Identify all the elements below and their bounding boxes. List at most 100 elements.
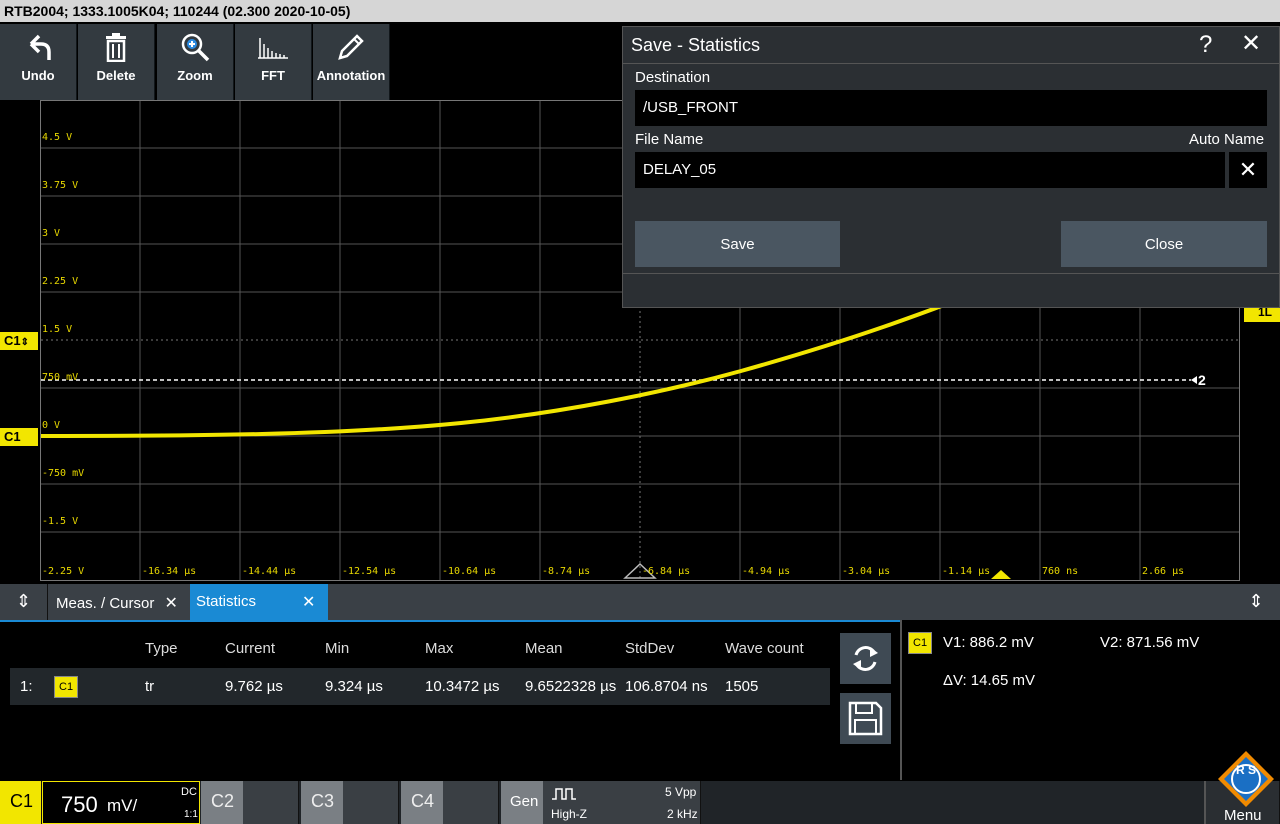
filename-field[interactable]: DELAY_05 <box>635 152 1225 188</box>
square-wave-icon <box>552 788 576 800</box>
cursor-delta-v: ΔV: 14.65 mV <box>943 672 1036 689</box>
close-button[interactable]: Close <box>1061 221 1267 267</box>
ch2-button[interactable]: C2 <box>201 781 299 824</box>
cell-stddev: 106.8704 ns <box>625 678 708 695</box>
col-header: Max <box>425 640 454 657</box>
undo-icon <box>29 34 51 60</box>
filename-label: File Name <box>635 131 704 148</box>
refresh-icon <box>853 646 878 671</box>
menu-label: Menu <box>1224 807 1262 824</box>
tab-statistics[interactable]: Statistics ✕ <box>190 584 328 620</box>
source-badge: C1 <box>54 676 79 698</box>
menu-button[interactable]: R S Menu <box>1204 751 1280 824</box>
gen-frequency: 2 kHz <box>667 807 698 821</box>
zoom-icon <box>181 33 210 62</box>
y-label: -2.25 V <box>42 566 85 577</box>
x-label: 760 ns <box>1042 566 1079 577</box>
ch2-label: C2 <box>211 791 235 811</box>
floppy-icon <box>848 701 883 736</box>
reset-statistics-button[interactable] <box>840 633 891 684</box>
cursor-x-marker-icon <box>991 570 1011 579</box>
gen-label: Gen <box>510 793 539 810</box>
cursor-2-label: 2 <box>1198 372 1206 388</box>
cell-current: 9.762 µs <box>225 678 283 695</box>
y-label: 0 V <box>42 420 61 431</box>
clear-icon: ✕ <box>1238 157 1258 182</box>
y-label: 750 mV <box>42 372 79 383</box>
ch1-scale-display[interactable]: 750 mV/ DC 1:1 <box>42 781 200 824</box>
ch1-level-marker[interactable]: C1 <box>0 428 38 446</box>
cursor-v1: V1: 886.2 mV <box>943 634 1034 651</box>
ch4-button[interactable]: C4 <box>401 781 499 824</box>
y-label: -1.5 V <box>42 516 79 527</box>
logo-text: R S <box>1236 763 1257 777</box>
undo-button[interactable]: Undo <box>0 24 77 100</box>
fft-icon <box>258 38 288 59</box>
cell-mean: 9.6522328 µs <box>525 678 617 695</box>
cursor-source-badge: C1 <box>908 632 933 654</box>
pencil-icon <box>338 34 364 60</box>
ch1-offset-marker[interactable]: C1⇕ <box>0 332 38 350</box>
cell-wave-count: 1505 <box>725 678 759 695</box>
x-label: -1.14 µs <box>942 566 991 577</box>
destination-field[interactable]: /USB_FRONT <box>635 90 1267 126</box>
expand-panel-icon[interactable]: ⇕ <box>1232 584 1280 620</box>
y-label: -750 mV <box>42 468 85 479</box>
gen-impedance: High-Z <box>551 807 588 821</box>
fft-label: FFT <box>261 68 285 83</box>
col-header: Type <box>145 640 178 657</box>
ch1-scale-unit: mV/ <box>107 796 138 815</box>
title-bar: RTB2004; 1333.1005K04; 110244 (02.300 20… <box>0 0 1280 22</box>
expand-panel-icon[interactable]: ⇕ <box>0 584 48 620</box>
col-header: Wave count <box>725 640 804 657</box>
y-label: 1.5 V <box>42 324 73 335</box>
ch1-offset-label: C1 <box>4 333 21 348</box>
destination-label: Destination <box>635 69 711 86</box>
help-icon[interactable]: ? <box>1199 31 1212 59</box>
ch1-button[interactable]: C1 <box>0 781 42 824</box>
cell-min: 9.324 µs <box>325 678 383 695</box>
zoom-button[interactable]: Zoom <box>157 24 234 100</box>
annotation-label: Annotation <box>316 68 386 83</box>
x-label: -8.74 µs <box>542 566 591 577</box>
x-label: -6.84 µs <box>642 566 691 577</box>
close-icon[interactable]: ✕ <box>1241 29 1261 58</box>
undo-label: Undo <box>21 68 55 83</box>
auto-name-label: Auto Name <box>1189 131 1265 148</box>
tab-label: Statistics <box>196 593 257 610</box>
tab-meas-cursor[interactable]: Meas. / Cursor ✕ <box>50 584 188 620</box>
ch1-scale-value: 750 <box>61 792 98 817</box>
zoom-label: Zoom <box>177 68 213 83</box>
col-header: Min <box>325 640 350 657</box>
ch1-probe: 1:1 <box>184 809 198 820</box>
tab-label: Meas. / Cursor <box>56 595 155 612</box>
trash-icon <box>106 33 126 62</box>
close-tab-icon[interactable]: ✕ <box>165 595 178 612</box>
x-label: -12.54 µs <box>342 566 397 577</box>
y-label: 3 V <box>42 228 61 239</box>
auto-name-toggle[interactable]: ✕ <box>1229 152 1267 188</box>
ch1-label: C1 <box>10 791 34 811</box>
save-statistics-button[interactable] <box>840 693 891 744</box>
x-label: -4.94 µs <box>742 566 791 577</box>
cursor-2-arrow-icon <box>1191 376 1197 384</box>
divider <box>623 273 1279 274</box>
divider <box>623 63 1279 64</box>
close-tab-icon[interactable]: ✕ <box>302 592 315 612</box>
col-header: Mean <box>525 640 563 657</box>
ch3-button[interactable]: C3 <box>301 781 399 824</box>
dialog-title: Save - Statistics <box>631 35 761 55</box>
generator-button[interactable]: Gen High-Z 5 Vpp 2 kHz <box>501 781 701 824</box>
y-label: 3.75 V <box>42 180 79 191</box>
save-statistics-dialog: Save - Statistics ? ✕ Destination /USB_F… <box>622 26 1280 308</box>
col-header: Current <box>225 640 276 657</box>
annotation-button[interactable]: Annotation <box>313 24 390 100</box>
fft-button[interactable]: FFT <box>235 24 312 100</box>
row-index: 1: <box>20 678 33 695</box>
col-header: StdDev <box>625 640 675 657</box>
x-label: -14.44 µs <box>242 566 297 577</box>
save-button[interactable]: Save <box>635 221 840 267</box>
delete-button[interactable]: Delete <box>78 24 155 100</box>
delete-label: Delete <box>96 68 136 83</box>
cell-max: 10.3472 µs <box>425 678 500 695</box>
